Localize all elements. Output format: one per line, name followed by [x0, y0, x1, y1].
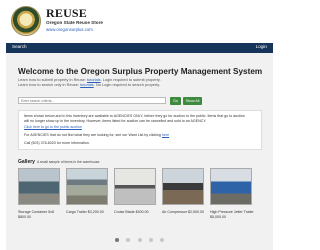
- oregon-seal-logo[interactable]: [11, 6, 41, 36]
- gallery-item-name: Cruise Blade: [114, 210, 135, 214]
- public-auction-link[interactable]: Click here to go to the public auction: [24, 125, 82, 129]
- gallery-item-price: $3,200.00: [87, 210, 104, 214]
- gallery-item-image[interactable]: [162, 168, 204, 205]
- brand-subtitle: Oregon State Reuse Store: [46, 20, 103, 25]
- carousel-dot[interactable]: [137, 238, 142, 242]
- gallery-item-price: $400.00: [135, 210, 149, 214]
- gallery-item-price: $800.00: [18, 215, 31, 219]
- gallery-item-name: Cargo Trailer: [66, 210, 87, 214]
- gallery-item-caption[interactable]: High Pressure Jetter Trailer $5,000.00: [210, 210, 254, 220]
- carousel-dot[interactable]: [148, 238, 153, 242]
- gallery-item-caption[interactable]: Cruise Blade $400.00: [114, 210, 149, 215]
- go-button[interactable]: Go: [170, 97, 181, 105]
- carousel-dot[interactable]: [114, 238, 119, 242]
- nav-search-link[interactable]: Search: [12, 44, 27, 49]
- gallery-title: Gallery: [18, 159, 35, 165]
- notice-want-list-line: For AGENCIES that do not find what they …: [24, 133, 169, 137]
- notice-want-list-text: For AGENCIES that do not find what they …: [24, 133, 161, 137]
- intro-search-text: Learn how to search only in Reuse:: [18, 82, 79, 87]
- brand-url-link[interactable]: www.oregonsurplus.com: [46, 27, 103, 32]
- site-header: REUSE Oregon State Reuse Store www.orego…: [0, 0, 279, 42]
- top-nav-bar: Search Login: [6, 43, 273, 53]
- brand-title[interactable]: REUSE: [46, 7, 103, 19]
- intro-search-tutorials-link[interactable]: tutorials: [80, 82, 94, 87]
- show-all-button[interactable]: Show All: [183, 97, 202, 105]
- gallery-heading: Gallery A small sample of items in the wa…: [18, 159, 100, 165]
- gallery-item-name: Air Compressor: [162, 210, 187, 214]
- nav-login-link[interactable]: Login: [256, 44, 267, 49]
- carousel-dot[interactable]: [126, 238, 131, 242]
- page-title: Welcome to the Oregon Surplus Property M…: [18, 67, 263, 76]
- gallery-item-image[interactable]: [18, 168, 60, 205]
- intro-search-suffix: . No Login required to search property.: [93, 82, 161, 87]
- gallery-item-price: $2,500.00: [187, 210, 204, 214]
- gallery-item-image[interactable]: [114, 168, 156, 205]
- brand-block: REUSE Oregon State Reuse Store www.orego…: [46, 7, 103, 32]
- gallery-item-image[interactable]: [210, 168, 252, 205]
- notice-phone-line: Call (503) 378-6020 for more information…: [24, 141, 90, 145]
- agency-notice-box: Items shown below and in this inventory …: [18, 110, 262, 150]
- carousel-pagination: [0, 229, 279, 247]
- search-input[interactable]: [18, 97, 166, 104]
- intro-search-line: Learn how to search only in Reuse: tutor…: [18, 82, 160, 87]
- gallery-subtitle: A small sample of items in the warehouse…: [36, 160, 101, 164]
- gallery-item-caption[interactable]: Cargo Trailer $3,200.00: [66, 210, 104, 215]
- carousel-dot[interactable]: [160, 238, 165, 242]
- gallery-item-caption[interactable]: Air Compressor $2,500.00: [162, 210, 204, 215]
- gallery-item-image[interactable]: [66, 168, 108, 205]
- gallery-item-price: $5,000.00: [210, 215, 226, 219]
- gallery-item-name: Storage Container 5x8: [18, 210, 54, 214]
- notice-line-1: Items shown below and in this inventory …: [24, 114, 245, 118]
- gallery-item-caption[interactable]: Storage Container 5x8 $800.00: [18, 210, 54, 220]
- want-list-link[interactable]: here: [162, 133, 169, 137]
- notice-line-2: will no longer show up in the inventory.…: [24, 119, 207, 123]
